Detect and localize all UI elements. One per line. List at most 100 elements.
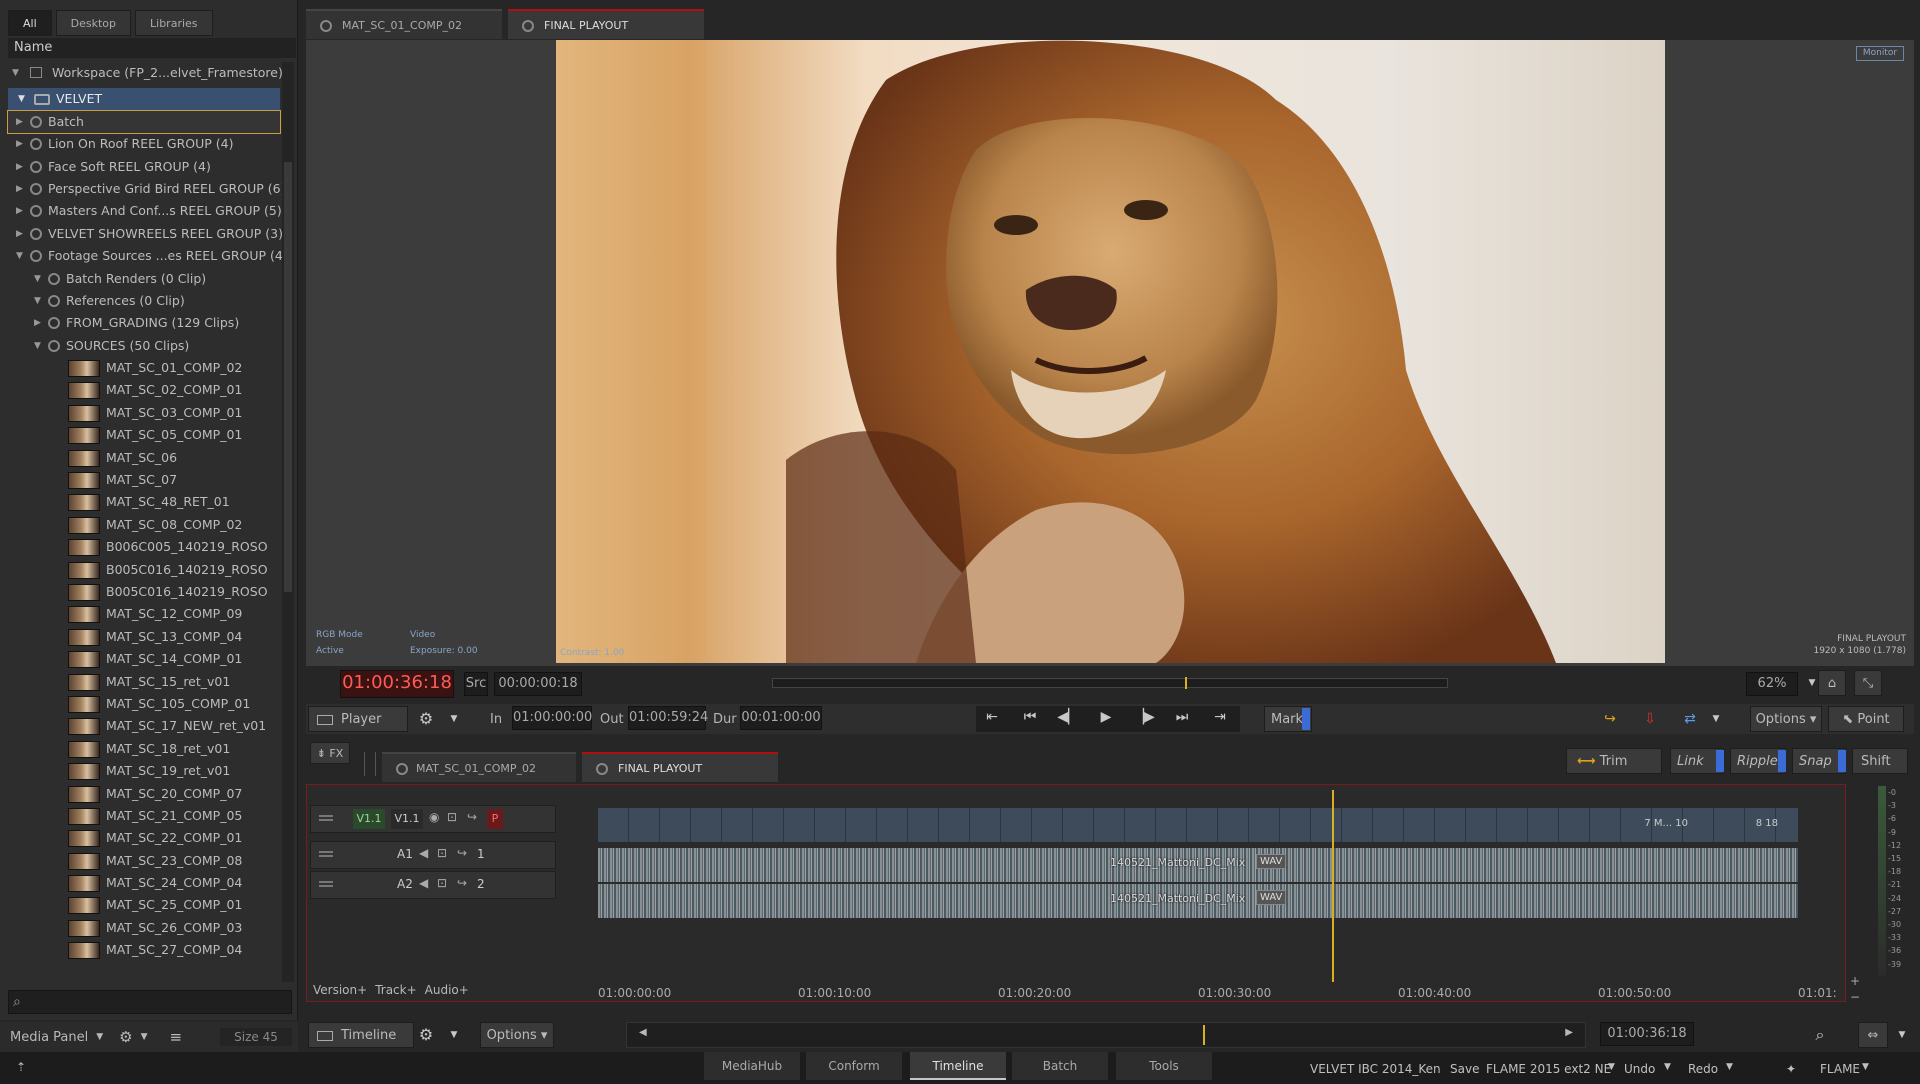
- tree-item-clip[interactable]: MAT_SC_24_COMP_04: [8, 872, 280, 894]
- audio-add-button[interactable]: Audio+: [425, 983, 469, 997]
- speaker-icon[interactable]: ◀: [419, 846, 428, 860]
- tree-item-clip[interactable]: MAT_SC_48_RET_01: [8, 491, 280, 513]
- tree-item-clip[interactable]: MAT_SC_02_COMP_01: [8, 379, 280, 401]
- expand-arrow-icon[interactable]: ▶: [16, 133, 23, 155]
- record-track-label[interactable]: V1.1: [391, 809, 423, 829]
- tree-item-clip[interactable]: MAT_SC_23_COMP_08: [8, 850, 280, 872]
- media-search-field[interactable]: ⌕: [8, 990, 292, 1014]
- tree-item-clip[interactable]: MAT_SC_19_ret_v01: [8, 760, 280, 782]
- chevron-down-icon[interactable]: ▼: [1726, 1062, 1733, 1072]
- tree-item-reelgroup[interactable]: ▶ Lion On Roof REEL GROUP (4): [8, 133, 280, 155]
- timeline-timecode[interactable]: 01:00:36:18: [1600, 1022, 1694, 1046]
- timeline-options-button[interactable]: Options ▾: [480, 1022, 554, 1048]
- go-to-end-icon[interactable]: ⏭: [1168, 706, 1196, 728]
- speaker-icon[interactable]: ◀: [419, 876, 428, 890]
- sync-icon[interactable]: ↪: [457, 876, 467, 890]
- scrub-playhead[interactable]: [1185, 677, 1187, 689]
- chevron-down-icon[interactable]: ▼: [1888, 1024, 1916, 1046]
- size-slider[interactable]: Size 45: [220, 1028, 292, 1046]
- name-column-header[interactable]: Name: [8, 38, 296, 58]
- list-view-icon[interactable]: ≡: [170, 1028, 183, 1046]
- tree-item-clip[interactable]: MAT_SC_105_COMP_01: [8, 693, 280, 715]
- chevron-down-icon[interactable]: ▼: [96, 1032, 103, 1042]
- video-frame[interactable]: [556, 40, 1665, 663]
- tree-item-reelgroup[interactable]: ▶ Perspective Grid Bird REEL GROUP (6): [8, 178, 285, 200]
- gear-icon[interactable]: ⚙: [119, 1028, 132, 1046]
- tree-item-clip[interactable]: MAT_SC_06: [8, 447, 280, 469]
- timeline-view-button[interactable]: Timeline: [308, 1022, 414, 1048]
- timeline-playhead[interactable]: [1332, 790, 1334, 982]
- audio-clip-a1[interactable]: 140521_Mattoni_DC_Mix WAV: [598, 848, 1798, 882]
- tree-item-clip[interactable]: MAT_SC_21_COMP_05: [8, 805, 280, 827]
- undo-button[interactable]: Undo: [1624, 1062, 1655, 1076]
- fullscreen-icon[interactable]: ⤡: [1854, 670, 1882, 696]
- dur-timecode[interactable]: 00:01:00:00: [740, 706, 822, 730]
- timeline-tab-mat-sc-01[interactable]: MAT_SC_01_COMP_02: [382, 752, 576, 782]
- visibility-icon[interactable]: ◉: [429, 810, 439, 824]
- collapse-arrow-icon[interactable]: ▼: [34, 335, 41, 357]
- tab-tools[interactable]: Tools: [1116, 1052, 1212, 1080]
- version-add-button[interactable]: Version+: [313, 983, 367, 997]
- tree-item-clip[interactable]: MAT_SC_17_NEW_ret_v01: [8, 715, 280, 737]
- tab-conform[interactable]: Conform: [806, 1052, 902, 1080]
- chevron-down-icon[interactable]: ▼: [1608, 1062, 1615, 1072]
- scrub-bar[interactable]: [772, 677, 1448, 689]
- chevron-down-icon[interactable]: ▼: [440, 1024, 468, 1046]
- tree-item-clip[interactable]: MAT_SC_27_COMP_04: [8, 939, 280, 961]
- tree-item-clip[interactable]: B005C016_140219_ROSO: [8, 581, 280, 603]
- chevron-down-icon[interactable]: ▼: [1664, 1062, 1671, 1072]
- tree-item-clip[interactable]: MAT_SC_22_COMP_01: [8, 827, 280, 849]
- save-button[interactable]: Save: [1450, 1062, 1479, 1076]
- lock-icon[interactable]: ⊡: [447, 810, 457, 824]
- tree-item-reelgroup[interactable]: ▶ Face Soft REEL GROUP (4): [8, 156, 280, 178]
- tree-item-clip[interactable]: MAT_SC_26_COMP_03: [8, 917, 280, 939]
- tab-all[interactable]: All: [8, 10, 52, 36]
- primary-track-flag[interactable]: P: [487, 809, 503, 829]
- gear-icon[interactable]: ⚙: [412, 708, 440, 730]
- audio-clip-a2[interactable]: 140521_Mattoni_DC_Mix WAV: [598, 884, 1798, 918]
- timeline-tab-final-playout[interactable]: FINAL PLAYOUT: [582, 752, 778, 782]
- lock-icon[interactable]: ⊡: [437, 876, 447, 890]
- workspace-row[interactable]: ▼ Workspace (FP_2...elvet_Framestore): [8, 62, 283, 84]
- timeline-scrollbar[interactable]: ◀ ▶: [626, 1022, 1586, 1048]
- scroll-left-icon[interactable]: ◀: [639, 1027, 647, 1038]
- src-timecode[interactable]: 00:00:00:18: [494, 672, 582, 696]
- collapse-arrow-icon[interactable]: ▼: [34, 268, 41, 290]
- in-timecode[interactable]: 01:00:00:00: [512, 706, 592, 730]
- zoom-in-icon[interactable]: +: [1850, 974, 1860, 988]
- tab-grip[interactable]: [364, 752, 376, 776]
- overwrite-icon[interactable]: ↪: [1596, 708, 1624, 730]
- tree-item-clip[interactable]: B005C016_140219_ROSO: [8, 559, 280, 581]
- scroll-thumb[interactable]: [284, 162, 292, 592]
- tab-libraries[interactable]: Libraries: [135, 10, 213, 36]
- zoom-out-icon[interactable]: −: [1850, 990, 1860, 1004]
- project-name[interactable]: VELVET IBC 2014_Ken: [1310, 1062, 1441, 1076]
- expand-arrow-icon[interactable]: ▶: [16, 223, 23, 245]
- tree-item-clip[interactable]: MAT_SC_07: [8, 469, 280, 491]
- viewer-tab-final-playout[interactable]: FINAL PLAYOUT: [508, 9, 704, 39]
- expand-arrow-icon[interactable]: ▶: [34, 312, 41, 334]
- track-grip-icon[interactable]: [319, 851, 333, 857]
- trim-button[interactable]: ⟷ Trim: [1566, 748, 1662, 774]
- expand-arrow-icon[interactable]: ▼: [18, 88, 25, 110]
- tree-item-reel[interactable]: ▼ SOURCES (50 Clips): [8, 335, 280, 357]
- tree-item-clip[interactable]: MAT_SC_05_COMP_01: [8, 424, 280, 446]
- chevron-down-icon[interactable]: ▼: [440, 708, 468, 730]
- expand-arrow-icon[interactable]: ▶: [16, 156, 23, 178]
- play-icon[interactable]: ▶: [1092, 706, 1120, 728]
- tree-item-reelgroup[interactable]: ▶ VELVET SHOWREELS REEL GROUP (3): [8, 223, 283, 245]
- track-grip-icon[interactable]: [319, 881, 333, 887]
- tab-timeline[interactable]: Timeline: [910, 1052, 1006, 1080]
- tab-desktop[interactable]: Desktop: [55, 10, 132, 36]
- tab-batch[interactable]: Batch: [1012, 1052, 1108, 1080]
- shift-toggle[interactable]: Shift: [1852, 748, 1908, 774]
- current-timecode[interactable]: 01:00:36:18: [340, 670, 454, 698]
- collapse-arrow-icon[interactable]: ▼: [34, 290, 41, 312]
- tab-mediahub[interactable]: MediaHub: [704, 1052, 800, 1080]
- step-forward-icon[interactable]: ▕▶: [1130, 706, 1158, 728]
- tree-item-reel-closed[interactable]: ▶ FROM_GRADING (129 Clips): [8, 312, 280, 334]
- go-to-start-icon[interactable]: ⏮: [1016, 706, 1044, 728]
- audio-track-a1-header[interactable]: A1 ◀ ⊡ ↪ 1: [310, 841, 556, 869]
- src-toggle[interactable]: Src: [464, 672, 488, 696]
- tree-item-clip[interactable]: MAT_SC_03_COMP_01: [8, 402, 280, 424]
